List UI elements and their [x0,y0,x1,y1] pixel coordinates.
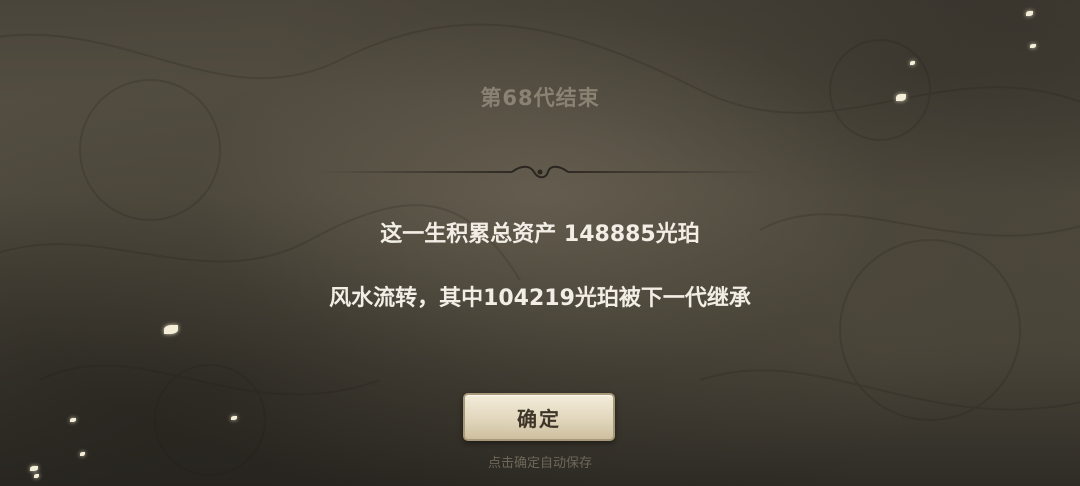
light-petal-icon [1030,44,1036,48]
autosave-hint: 点击确定自动保存 [487,456,592,471]
light-petal-icon [164,325,178,334]
light-petal-icon [231,416,237,420]
confirm-button[interactable]: 确定 [463,393,615,441]
generation-end-screen: 第68代结束 这一生积累总资产 148885光珀 风水流转，其中104219光珀… [0,0,1080,486]
light-petal-icon [30,466,38,471]
light-petal-icon [70,418,76,422]
ornate-divider-icon [316,165,764,179]
total-assets-text: 这一生积累总资产 148885光珀 [380,222,700,247]
generation-title: 第68代结束 [480,86,600,110]
confirm-button-label: 确定 [517,406,561,431]
light-petal-icon [910,61,915,65]
inheritance-text: 风水流转，其中104219光珀被下一代继承 [329,286,751,311]
light-petal-icon [1026,11,1033,16]
light-petal-icon [34,474,39,478]
light-petal-icon [896,94,906,101]
light-petal-icon [80,452,85,456]
